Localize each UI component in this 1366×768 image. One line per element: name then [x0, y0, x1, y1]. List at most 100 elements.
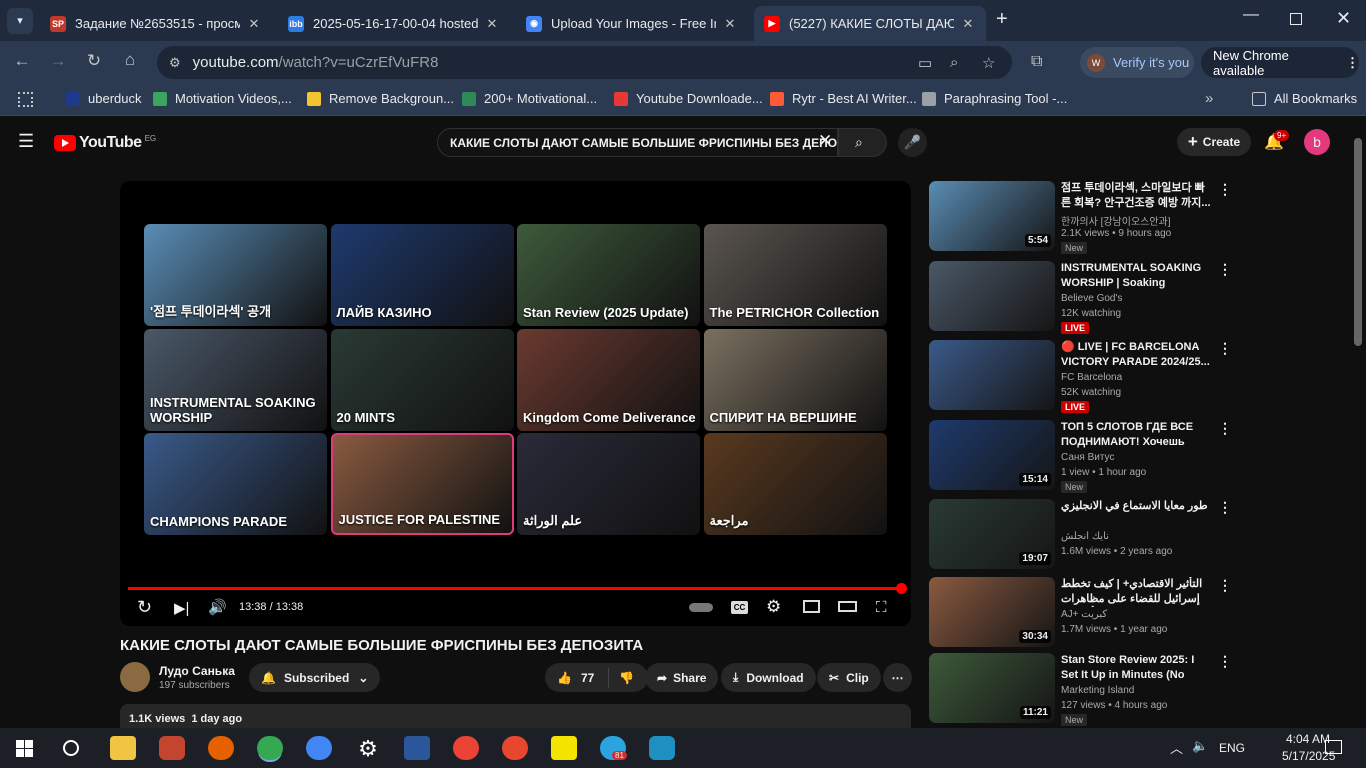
volume-tray-icon[interactable]: 🔈 [1192, 738, 1208, 754]
fullscreen-icon[interactable]: ⛶ [876, 599, 887, 616]
endscreen-video[interactable]: The PETRICHOR Collection [703, 224, 887, 326]
related-title[interactable]: 점프 투데이라섹, 스마일보다 빠른 회복? 안구건조증 예방 까지... [1061, 181, 1211, 211]
related-thumbnail[interactable]: 15:14 [929, 420, 1055, 490]
related-title[interactable]: ТОП 5 СЛОТОВ ГДЕ ВСЕ ПОДНИМАЮТ! Хочешь з… [1061, 420, 1211, 450]
bookmark-item[interactable]: 200+ Motivational... [462, 91, 597, 106]
zoom-icon[interactable]: ⌕ [950, 54, 958, 71]
related-channel[interactable]: Believe God's [1061, 293, 1122, 304]
replay-icon[interactable]: ↻ [137, 597, 152, 618]
video-player[interactable]: '점프 투데이라섹' 공개 ЛАЙВ КАЗИНО Stan Review (202… [120, 181, 911, 626]
all-bookmarks[interactable]: All Bookmarks [1252, 91, 1357, 106]
endscreen-video[interactable]: علم الوراثة [517, 433, 700, 535]
maximize-button[interactable] [1290, 13, 1302, 25]
related-title[interactable]: طور معايا الاستماع في الانجليزي [1061, 499, 1211, 514]
channel-name[interactable]: Лудо Санька [159, 664, 235, 678]
captions-icon[interactable]: CC [731, 601, 748, 614]
clip-button[interactable]: ✂ Clip [817, 663, 881, 692]
browser-tab[interactable]: ▶ (5227) КАКИЕ СЛОТЫ ДАЮТ С ✕ [754, 6, 986, 41]
clear-search-icon[interactable]: ✕ [818, 131, 832, 151]
youtube-logo[interactable]: YouTube EG [54, 134, 156, 152]
search-input[interactable]: КАКИЕ СЛОТЫ ДАЮТ САМЫЕ БОЛЬШИЕ ФРИСПИНЫ … [437, 128, 838, 157]
wps-office-icon[interactable] [502, 736, 528, 760]
download-button[interactable]: ⤓ Download [721, 663, 816, 692]
settings-icon[interactable]: ⚙ [355, 736, 381, 761]
language-indicator[interactable]: ENG [1219, 741, 1245, 755]
endscreen-video[interactable]: 20 MINTS [330, 328, 514, 431]
avatar[interactable]: b [1304, 129, 1330, 155]
volume-icon[interactable]: 🔊 [208, 598, 227, 616]
share-button[interactable]: ➦ Share [645, 663, 719, 692]
related-channel[interactable]: 한까의사 [강남이오스안과] [1061, 213, 1171, 228]
site-info-icon[interactable]: ⚙ [169, 55, 181, 71]
like-button[interactable]: 👍 77 👎 [545, 663, 649, 692]
autoplay-toggle[interactable] [689, 603, 713, 612]
reload-icon[interactable]: ↻ [82, 51, 106, 71]
related-thumbnail[interactable] [929, 340, 1055, 410]
search-button[interactable]: ⌕ [838, 128, 887, 157]
chrome-profile-icon[interactable] [257, 736, 283, 760]
exness-icon[interactable] [551, 736, 577, 760]
more-options-icon[interactable]: ⋮ [1218, 420, 1232, 437]
related-title[interactable]: التأثير الاقتصادي+ | كيف تخطط إسرائيل لل… [1061, 577, 1211, 607]
related-thumbnail[interactable]: 30:34 [929, 577, 1055, 647]
progress-scrubber[interactable] [896, 583, 907, 594]
more-options-icon[interactable]: ⋮ [1218, 181, 1232, 198]
related-channel[interactable]: نايك انجلش [1061, 531, 1109, 542]
firefox-icon[interactable] [208, 736, 234, 760]
progress-track[interactable] [128, 587, 903, 590]
close-tab-icon[interactable]: ✕ [960, 16, 976, 32]
bookmark-item[interactable]: Rytr - Best AI Writer... [770, 91, 917, 106]
bookmark-item[interactable]: Youtube Downloade... [614, 91, 763, 106]
endscreen-video[interactable]: ЛАЙВ КАЗИНО [330, 224, 514, 326]
word-icon[interactable] [404, 736, 430, 760]
extensions-icon[interactable]: ⧉ [1031, 53, 1042, 71]
more-options-icon[interactable]: ⋮ [1218, 577, 1232, 594]
search-circle-icon[interactable] [63, 740, 79, 756]
clock-time[interactable]: 4:04 AM [1286, 732, 1330, 746]
chevron-up-icon[interactable]: ︿ [1170, 738, 1183, 757]
related-channel[interactable]: Marketing Island [1061, 685, 1134, 696]
close-tab-icon[interactable]: ✕ [246, 16, 262, 32]
page-scrollbar[interactable] [1354, 138, 1362, 346]
related-thumbnail[interactable]: 19:07 [929, 499, 1055, 569]
settings-gear-icon[interactable]: ⚙ [766, 597, 781, 617]
more-options-icon[interactable]: ⋮ [1218, 499, 1232, 516]
more-options-icon[interactable]: ⋮ [1218, 340, 1232, 357]
related-thumbnail[interactable] [929, 261, 1055, 331]
related-channel[interactable]: AJ+ كبريت [1061, 609, 1107, 620]
app-icon[interactable] [649, 736, 675, 760]
endscreen-video[interactable]: СПИРИТ НА ВЕРШИНЕ [703, 328, 887, 431]
verify-chip[interactable]: W Verify it's you [1080, 47, 1194, 78]
miniplayer-icon[interactable] [803, 600, 820, 613]
next-icon[interactable]: ▶| [174, 599, 189, 617]
file-explorer-icon[interactable] [110, 736, 136, 760]
related-thumbnail[interactable]: 11:21 [929, 653, 1055, 723]
update-chip[interactable]: New Chrome available ⋮ [1201, 47, 1359, 78]
related-title[interactable]: Stan Store Review 2025: I Set It Up in M… [1061, 653, 1211, 683]
thumbs-down-icon[interactable]: 👎 [619, 671, 634, 685]
subscribed-button[interactable]: 🔔 Subscribed ⌄ [249, 663, 381, 692]
bookmark-item[interactable]: Paraphrasing Tool -... [922, 91, 1067, 106]
theater-mode-icon[interactable] [838, 601, 857, 612]
bookmark-item[interactable]: Motivation Videos,... [153, 91, 292, 106]
voice-search-button[interactable]: 🎤 [898, 128, 927, 157]
more-options-icon[interactable]: ⋮ [1218, 261, 1232, 278]
new-tab-icon[interactable]: + [996, 8, 1008, 31]
browser-tab[interactable]: SP Задание №2653515 - просмот ✕ [40, 6, 272, 41]
related-title[interactable]: INSTRUMENTAL SOAKING WORSHIP | Soaking w… [1061, 261, 1211, 291]
create-button[interactable]: + Create [1177, 128, 1251, 156]
endscreen-video[interactable]: مراجعة [703, 433, 887, 535]
more-bookmarks-icon[interactable]: » [1205, 90, 1213, 107]
bookmark-item[interactable]: uberduck [66, 91, 141, 106]
address-bar[interactable]: ⚙ youtube.com /watch?v=uCzrEfVuFR8 ▭ ⌕ ☆ [157, 46, 1012, 79]
bookmark-item[interactable]: Remove Backgroun... [307, 91, 454, 106]
chrome-icon[interactable] [306, 736, 332, 760]
home-icon[interactable]: ⌂ [118, 50, 142, 70]
endscreen-video[interactable]: CHAMPIONS PARADE [144, 433, 327, 535]
close-tab-icon[interactable]: ✕ [722, 16, 738, 32]
bookmark-star-icon[interactable]: ☆ [982, 54, 995, 72]
endscreen-video[interactable]: Kingdom Come Deliverance [517, 328, 700, 431]
back-icon[interactable]: ← [10, 51, 34, 71]
related-channel[interactable]: FC Barcelona [1061, 372, 1122, 383]
endscreen-video[interactable]: INSTRUMENTAL SOAKING WORSHIP [144, 328, 327, 431]
